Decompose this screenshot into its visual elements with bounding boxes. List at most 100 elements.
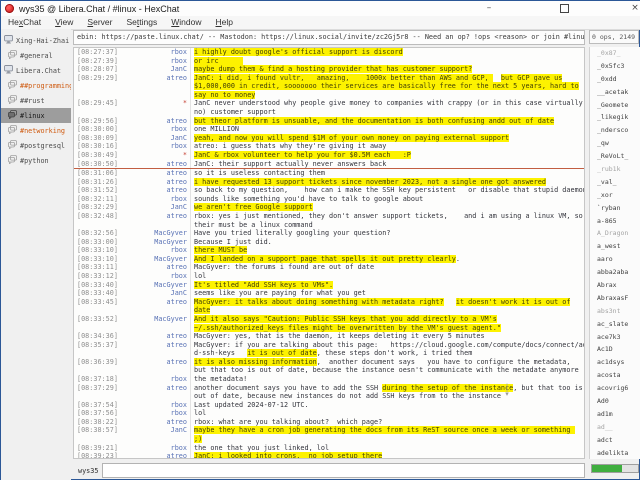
message-text: date bbox=[190, 306, 584, 315]
nick[interactable]: atreo bbox=[121, 452, 187, 459]
nick[interactable]: rbox bbox=[121, 401, 187, 410]
action-star[interactable]: * bbox=[121, 151, 187, 160]
menu-view[interactable]: View bbox=[48, 16, 80, 29]
nick[interactable]: JanC bbox=[121, 203, 187, 212]
user-list-item[interactable]: adelikta bbox=[590, 447, 640, 459]
menu-hexchat[interactable]: HexChat bbox=[1, 16, 48, 29]
nick[interactable]: rbox bbox=[121, 246, 187, 255]
menu-server[interactable]: Server bbox=[80, 16, 119, 29]
menu-help[interactable]: Help bbox=[209, 16, 241, 29]
user-list-item[interactable]: Abrax bbox=[590, 279, 640, 292]
nick[interactable]: MacGyver bbox=[121, 255, 187, 264]
maximize-button[interactable] bbox=[557, 2, 571, 14]
nick[interactable]: rbox bbox=[121, 125, 187, 134]
nick[interactable]: MacGyver bbox=[121, 281, 187, 290]
tree-item--postgresql[interactable]: #postgresql bbox=[1, 138, 71, 153]
nick[interactable]: MacGyver bbox=[121, 315, 187, 324]
nick[interactable]: atreo bbox=[121, 384, 187, 393]
nick[interactable]: rbox bbox=[121, 195, 187, 204]
topic-bar[interactable]: ebin: https://paste.linux.chat/ -- Masto… bbox=[73, 30, 585, 45]
tree-item--rust[interactable]: ##rust bbox=[1, 93, 71, 108]
tree-item--networking[interactable]: #networking bbox=[1, 123, 71, 138]
user-list-item[interactable]: _likegik bbox=[590, 111, 640, 124]
nick[interactable]: rbox bbox=[121, 272, 187, 281]
user-list-item[interactable]: _val_ bbox=[590, 176, 640, 189]
message-text: JanC & rbox volunteer to help you for $0… bbox=[190, 151, 584, 160]
user-list-item[interactable]: _ReVoLt_ bbox=[590, 150, 640, 163]
nick[interactable]: atreo bbox=[121, 74, 187, 83]
user-list-item[interactable]: acosta bbox=[590, 369, 640, 382]
tree-item--linux[interactable]: #linux bbox=[1, 108, 71, 123]
nick[interactable]: atreo bbox=[121, 169, 187, 178]
user-list-item[interactable]: aaro bbox=[590, 253, 640, 266]
user-list-item[interactable]: abba2aba bbox=[590, 266, 640, 279]
nick[interactable]: rbox bbox=[121, 444, 187, 453]
timestamp: [08:29:29] bbox=[74, 74, 121, 83]
user-list-item[interactable]: _0xdd bbox=[590, 73, 640, 86]
nick[interactable]: JanC bbox=[121, 134, 187, 143]
nick[interactable]: atreo bbox=[121, 178, 187, 187]
action-star[interactable]: * bbox=[121, 99, 187, 108]
nick[interactable]: rbox bbox=[121, 48, 187, 57]
nick[interactable]: atreo bbox=[121, 298, 187, 307]
user-list-item[interactable]: ace7k3 bbox=[590, 331, 640, 344]
user-list-item[interactable]: _0x87_ bbox=[590, 47, 640, 60]
nick[interactable]: atreo bbox=[121, 117, 187, 126]
scroll-down-indicator[interactable]: ⎪ ▾ bbox=[503, 385, 511, 397]
user-list-item[interactable]: abs3nt bbox=[590, 305, 640, 318]
nick[interactable]: atreo bbox=[121, 212, 187, 221]
tree-item-libera-chat[interactable]: Libera.Chat bbox=[1, 63, 71, 78]
nick[interactable]: JanC bbox=[121, 289, 187, 298]
minimize-button[interactable]: – bbox=[482, 2, 496, 14]
user-list-item[interactable]: ad1m bbox=[590, 408, 640, 421]
user-list-item[interactable]: ac1dsys bbox=[590, 356, 640, 369]
user-list-item[interactable]: acovrig6 bbox=[590, 382, 640, 395]
nick[interactable]: MacGyver bbox=[121, 238, 187, 247]
nick[interactable]: atreo bbox=[121, 332, 187, 341]
user-list-item[interactable]: _ndersco bbox=[590, 124, 640, 137]
timestamp: [08:32:29] bbox=[74, 203, 121, 212]
nick[interactable]: atreo bbox=[121, 358, 187, 367]
user-list-item[interactable]: `ryban bbox=[590, 202, 640, 215]
user-list-item[interactable]: A_Dragon bbox=[590, 227, 640, 240]
timestamp: [08:33:11] bbox=[74, 263, 121, 272]
tree-item--general[interactable]: #general bbox=[1, 48, 71, 63]
user-list-item[interactable]: _xor bbox=[590, 189, 640, 202]
nick[interactable]: rbox bbox=[121, 57, 187, 66]
tree-item--python[interactable]: #python bbox=[1, 153, 71, 168]
close-button[interactable]: × bbox=[628, 2, 640, 14]
nick[interactable]: JanC bbox=[121, 65, 187, 74]
user-list-item[interactable]: _rub1k bbox=[590, 163, 640, 176]
user-list-item[interactable]: Ac1D bbox=[590, 343, 640, 356]
user-list-item[interactable]: _qw bbox=[590, 137, 640, 150]
tree-item-xing-hai-zhai[interactable]: Xing-Hai-Zhai bbox=[1, 33, 71, 48]
nick[interactable]: JanC bbox=[121, 426, 187, 435]
user-list-item[interactable]: __acetak bbox=[590, 86, 640, 99]
user-list-item[interactable]: _Geomete bbox=[590, 99, 640, 112]
nick[interactable]: rbox bbox=[121, 142, 187, 151]
own-nick-label[interactable]: wys35 bbox=[73, 467, 102, 475]
title-bar[interactable]: wys35 @ Libera.Chat / #linux - HexChat –… bbox=[1, 1, 640, 16]
nick[interactable]: atreo bbox=[121, 160, 187, 169]
nick[interactable]: atreo bbox=[121, 263, 187, 272]
menu-settings[interactable]: Settings bbox=[119, 16, 164, 29]
nick[interactable]: atreo bbox=[121, 186, 187, 195]
user-list-item[interactable]: Ad0 bbox=[590, 395, 640, 408]
menu-window[interactable]: Window bbox=[164, 16, 208, 29]
nick[interactable]: rbox bbox=[121, 375, 187, 384]
user-list-item[interactable]: ad__ bbox=[590, 421, 640, 434]
tree-item--programming[interactable]: ##programming bbox=[1, 78, 71, 93]
nick[interactable]: MacGyver bbox=[121, 229, 187, 238]
nick[interactable]: atreo bbox=[121, 341, 187, 350]
message-text: say no to money bbox=[190, 91, 584, 100]
user-list-item[interactable]: ac_slate bbox=[590, 318, 640, 331]
user-list-item[interactable]: adct bbox=[590, 434, 640, 447]
message-input[interactable] bbox=[102, 463, 585, 478]
user-list-item[interactable]: AbraxasF bbox=[590, 292, 640, 305]
user-list-item[interactable]: a_west bbox=[590, 240, 640, 253]
user-list-item[interactable]: a-865 bbox=[590, 215, 640, 228]
user-list-item[interactable]: _0x5fc3 bbox=[590, 60, 640, 73]
user-list[interactable]: _0x87__0x5fc3_0xdd__acetak_Geomete_likeg… bbox=[589, 47, 640, 459]
nick[interactable]: atreo bbox=[121, 418, 187, 427]
nick[interactable]: rbox bbox=[121, 409, 187, 418]
